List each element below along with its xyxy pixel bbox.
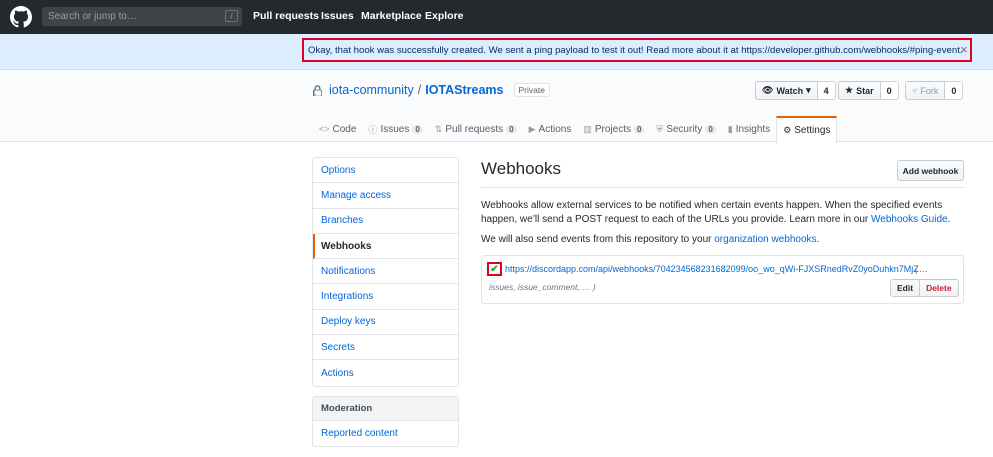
fork-button[interactable]: ⑂ Fork [905,81,946,100]
menu-item-manage-access[interactable]: Manage access [313,183,458,209]
watch-button[interactable]: 👁 Watch ▾ [755,81,818,100]
play-icon: ▶ [528,123,536,134]
search-placeholder: Search or jump to… [48,11,137,22]
moderation-heading: Moderation [313,397,458,421]
flash-message: Okay, that hook was successfully created… [308,44,963,56]
edit-button[interactable]: Edit [890,279,921,297]
gear-icon: ⚙ [783,125,792,135]
description-end: . [947,213,951,225]
flash-notice: Okay, that hook was successfully created… [0,34,993,70]
tab-code[interactable]: <> Code [313,116,362,142]
tab-label: Actions [538,123,572,135]
star-button[interactable]: ★ Star [838,81,881,100]
watch-count[interactable]: 4 [817,81,836,100]
fork-count[interactable]: 0 [945,81,964,100]
private-badge: Private [513,83,550,97]
pull-request-icon: ⇅ [434,123,443,134]
tab-security[interactable]: ⛨ Security 0 [650,116,721,142]
tab-pull-requests[interactable]: ⇅ Pull requests 0 [429,116,523,142]
star-count[interactable]: 0 [880,81,899,100]
watch-button-group: 👁 Watch ▾ 4 [755,81,836,100]
flash-message-highlight: Okay, that hook was successfully created… [302,38,972,62]
menu-item-deploy-keys[interactable]: Deploy keys [313,310,458,336]
check-icon: ✔ [487,262,502,276]
tab-count: 0 [705,124,716,134]
search-shortcut-key: / [225,10,238,22]
webhooks-guide-link[interactable]: Webhooks Guide [871,214,948,225]
tab-label: Pull requests [445,123,504,135]
menu-item-reported-content[interactable]: Reported content [313,421,458,446]
organization-webhooks-link[interactable]: organization webhooks [714,234,816,245]
menu-item-webhooks[interactable]: Webhooks [313,233,458,260]
tab-actions[interactable]: ▶ Actions [523,116,578,142]
settings-menu: Options Manage access Branches Webhooks … [312,157,459,387]
tab-projects[interactable]: ▥ Projects 0 [577,116,650,142]
issue-icon: ⓘ [368,124,378,135]
tab-count: 0 [412,124,423,134]
org-note-end: . [816,234,820,245]
org-webhooks-note: We will also send events from this repos… [481,234,819,245]
tab-issues[interactable]: ⓘ Issues 0 [362,116,428,142]
caret-down-icon: ▾ [806,85,811,95]
tab-label: Settings [794,125,831,136]
global-header: Search or jump to… / Pull requests Issue… [0,0,993,34]
webhook-url-link[interactable]: https://discordapp.com/api/webhooks/7042… [505,264,928,274]
menu-item-branches[interactable]: Branches [313,209,458,234]
shield-icon: ⛨ [656,123,664,134]
project-icon: ▥ [583,123,592,134]
page-title: Webhooks [481,159,562,178]
webhook-item: ✔ https://discordapp.com/api/webhooks/70… [481,255,964,304]
menu-item-secrets[interactable]: Secrets [313,335,458,361]
webhook-actions: Edit Delete [890,279,959,297]
repo-name-link[interactable]: IOTAStreams [425,83,503,97]
moderation-menu: Moderation Reported content [312,396,459,447]
add-webhook-button[interactable]: Add webhook [897,160,964,181]
menu-item-options[interactable]: Options [313,158,458,184]
nav-explore[interactable]: Explore [425,10,464,22]
repo-separator: / [417,83,422,97]
fork-label: Fork [920,85,939,96]
eye-icon: 👁 [762,85,774,95]
lock-icon [313,84,322,96]
github-logo-icon[interactable] [10,6,32,28]
tab-settings[interactable]: ⚙ Settings [776,116,838,143]
nav-issues[interactable]: Issues [321,10,354,22]
delete-button[interactable]: Delete [920,279,959,297]
fork-button-group: ⑂ Fork 0 [905,81,964,100]
tab-label: Projects [594,123,631,135]
watch-label: Watch [776,85,804,96]
star-label: Star [856,85,874,96]
star-icon: ★ [845,85,854,95]
tab-label: Insights [735,123,771,135]
graph-icon: ▮ [727,123,733,134]
menu-item-notifications[interactable]: Notifications [313,259,458,285]
tab-label: Code [332,123,357,135]
webhook-events-open: ( [915,264,918,274]
menu-item-integrations[interactable]: Integrations [313,284,458,310]
tab-label: Security [666,123,703,135]
search-input[interactable]: Search or jump to… / [42,7,242,26]
star-button-group: ★ Star 0 [838,81,899,100]
tab-count: 0 [633,124,645,134]
org-note-text: We will also send events from this repos… [481,234,715,245]
webhooks-description: Webhooks allow external services to be n… [481,199,961,226]
close-icon[interactable]: × [960,43,968,56]
tab-insights[interactable]: ▮ Insights [722,116,776,142]
nav-pull-requests[interactable]: Pull requests [253,10,319,22]
webhook-events: issues, issue_comment, … ) [489,282,596,292]
title-divider [481,187,964,188]
tab-count: 0 [506,124,517,134]
menu-item-actions[interactable]: Actions [313,360,458,385]
repo-tabs: <> Code ⓘ Issues 0 ⇅ Pull requests 0 ▶ Actions… [313,116,838,143]
nav-marketplace[interactable]: Marketplace [361,10,422,22]
repo-owner-link[interactable]: iota-community [329,83,414,97]
fork-icon: ⑂ [912,85,918,96]
tab-label: Issues [380,123,410,135]
code-icon: <> [319,124,330,134]
repo-title: iota-community / IOTAStreams Private [313,83,550,97]
